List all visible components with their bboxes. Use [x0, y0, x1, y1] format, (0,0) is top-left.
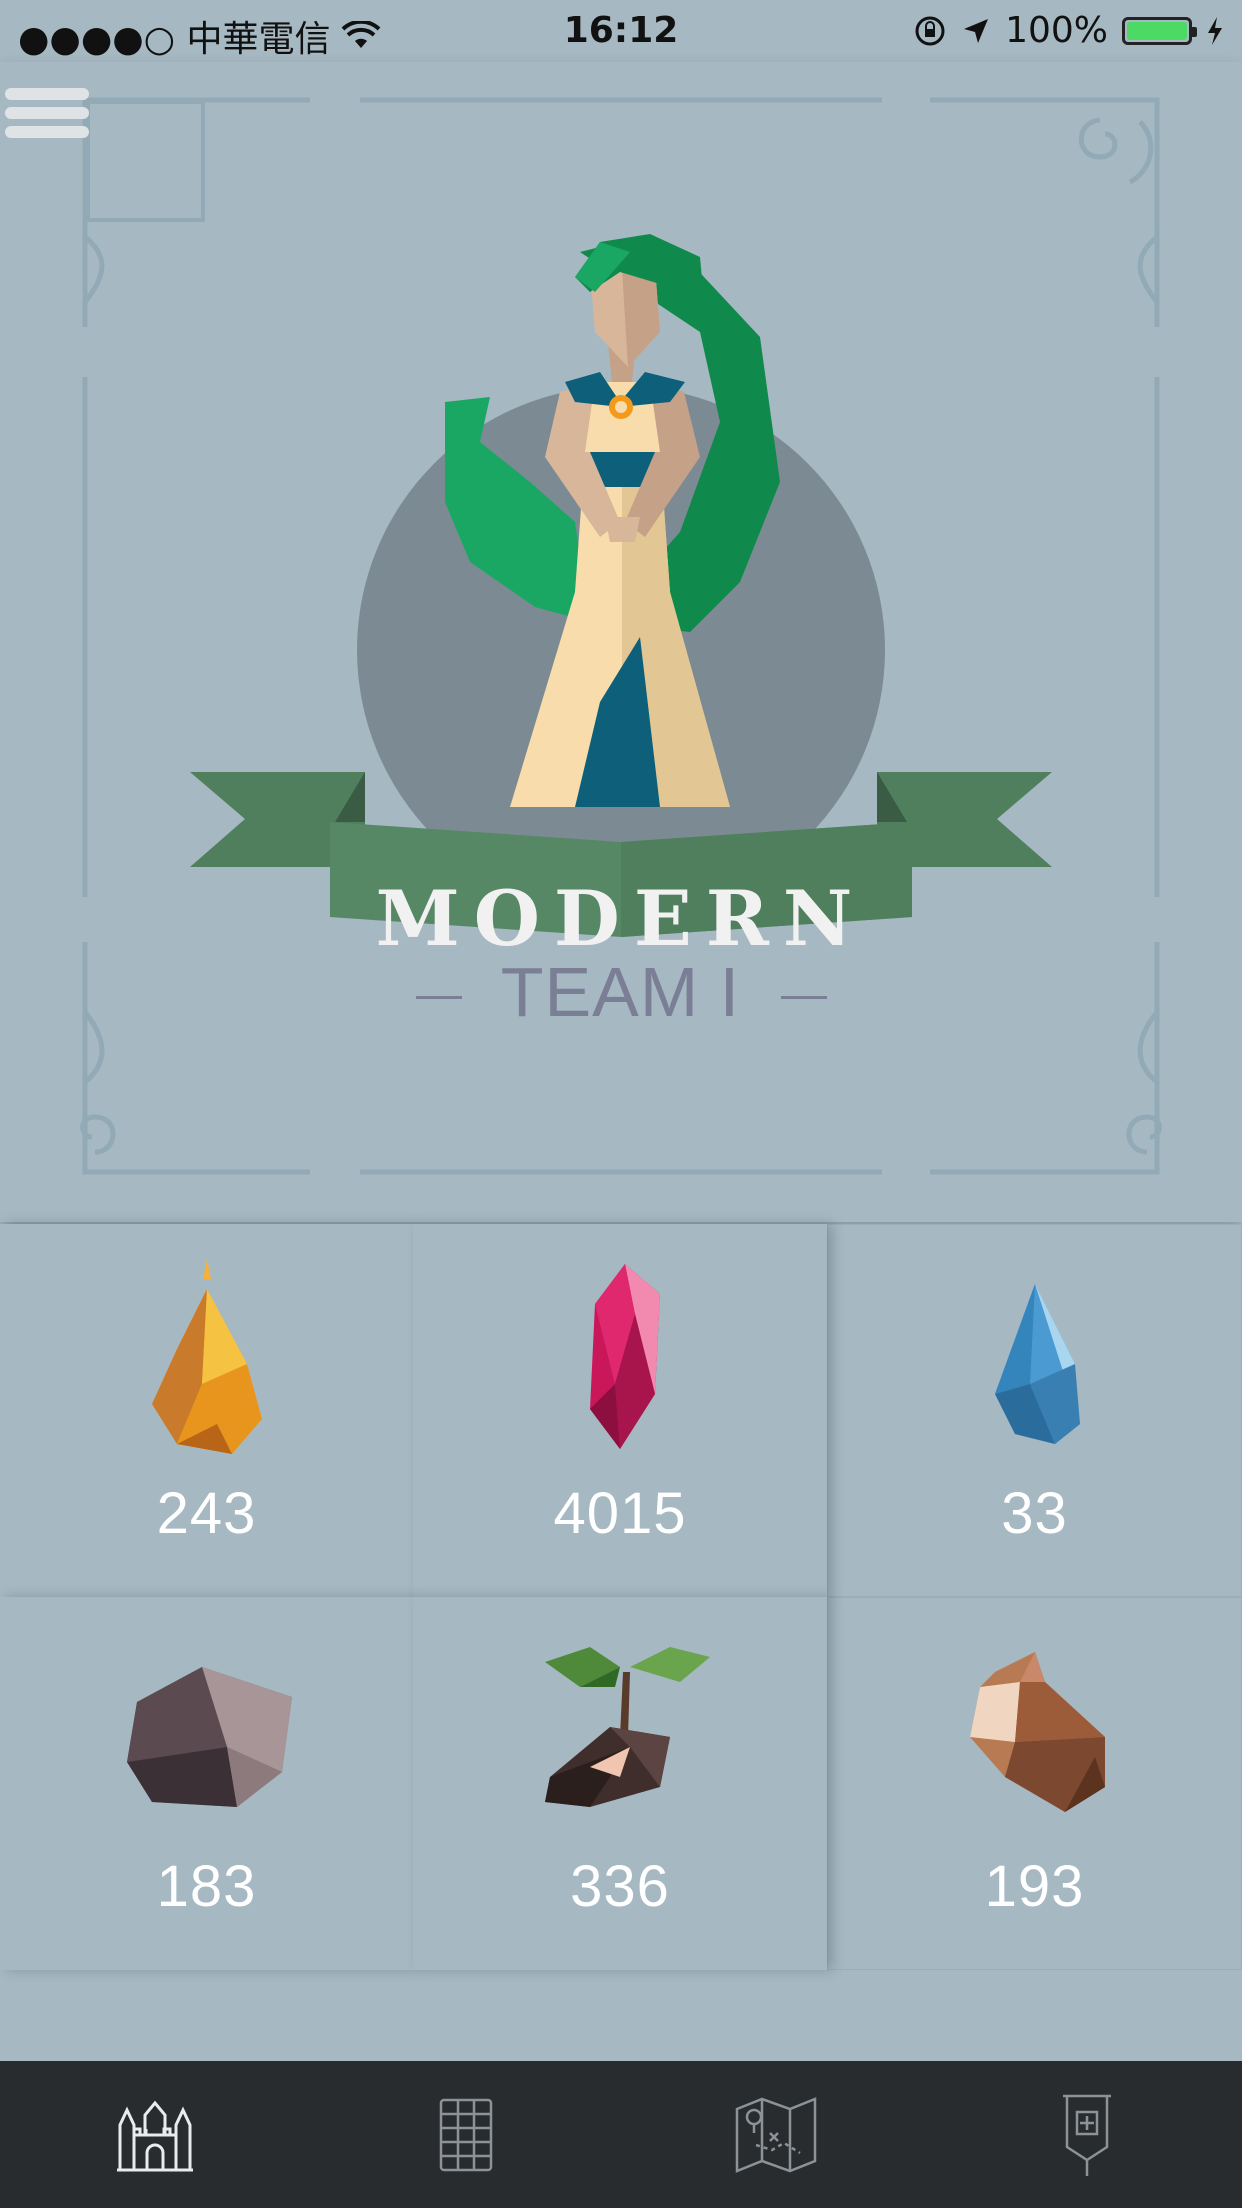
- map-icon: [736, 2096, 817, 2173]
- team-hero: MODERN TEAM I: [0, 62, 1242, 1222]
- tab-grid[interactable]: [311, 2061, 622, 2208]
- resource-water[interactable]: 33: [827, 1224, 1242, 1597]
- rotation-lock-icon: [915, 16, 945, 45]
- team-name: TEAM I: [500, 953, 741, 1031]
- hamburger-menu-icon[interactable]: [0, 62, 112, 162]
- stone-icon: [126, 1667, 292, 1807]
- hero-art: [80, 97, 1162, 1175]
- wood-log-icon: [969, 1652, 1105, 1812]
- status-bar: ●●●●○ 中華電信 16:12 100%: [0, 0, 1242, 62]
- battery-icon: [1122, 16, 1197, 45]
- resource-count: 243: [156, 1481, 257, 1546]
- tab-castle[interactable]: [0, 2061, 311, 2208]
- location-arrow-icon: [964, 18, 989, 43]
- resource-count: 33: [1001, 1481, 1068, 1546]
- tab-banner[interactable]: [932, 2061, 1242, 2208]
- bottom-tab-bar: [0, 2061, 1242, 2208]
- fire-crystal-icon: [151, 1259, 262, 1454]
- charging-bolt-icon: [1208, 16, 1222, 45]
- castle-icon: [117, 2100, 194, 2171]
- banner-title: MODERN: [375, 874, 867, 963]
- right-dash: [780, 996, 827, 1000]
- sprout-icon: [545, 1647, 710, 1807]
- resource-count: 193: [984, 1854, 1085, 1919]
- resource-stone[interactable]: 183: [0, 1597, 413, 1970]
- left-dash: [415, 996, 462, 1000]
- resource-count: 336: [570, 1854, 670, 1919]
- battery-percent: 100%: [1005, 10, 1108, 51]
- resource-sprout[interactable]: 336: [413, 1597, 827, 1970]
- ruby-crystal-icon: [590, 1264, 660, 1449]
- status-right: 100%: [913, 10, 1224, 51]
- grid-icon: [439, 2098, 492, 2171]
- resource-ruby[interactable]: 4015: [413, 1224, 827, 1597]
- resource-count: 183: [156, 1854, 257, 1919]
- resource-fire[interactable]: 243: [0, 1224, 413, 1597]
- team-label-row: TEAM I: [0, 952, 1242, 1032]
- water-drop-icon: [994, 1284, 1080, 1444]
- resource-count: 4015: [553, 1481, 687, 1546]
- resource-grid: 243 4015 33 183 336 193: [0, 1224, 1242, 1970]
- banner-flag-icon: [1062, 2094, 1111, 2176]
- resource-wood[interactable]: 193: [827, 1597, 1242, 1970]
- tab-map[interactable]: [621, 2061, 932, 2208]
